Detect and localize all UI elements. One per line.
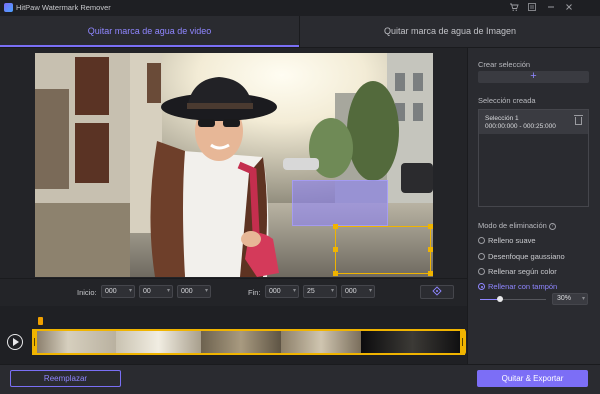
settings-panel: Crear selección + Selección creada Selec…: [467, 48, 600, 364]
chevron-down-icon: ▾: [204, 288, 208, 294]
time-range-controls: Inicio: 000 ▾ 00 ▾ 000 ▾ Fin: 000 ▾ 25 ▾ 000 ▾: [0, 278, 467, 306]
resize-handle-bottom-left[interactable]: [333, 271, 338, 276]
start-label: Inicio:: [77, 288, 97, 297]
add-selection-button[interactable]: +: [478, 71, 589, 83]
app-logo-icon: [4, 3, 13, 12]
opacity-select[interactable]: 30% ▾: [552, 293, 588, 305]
video-preview-area: [0, 48, 467, 278]
resize-handle-right[interactable]: [428, 247, 433, 252]
resize-handle-top-left[interactable]: [333, 224, 338, 229]
resize-handle-bottom-right[interactable]: [428, 271, 433, 276]
start-time-seconds[interactable]: 00 ▾: [139, 285, 173, 298]
start-time-minutes[interactable]: 000 ▾: [101, 285, 135, 298]
end-milliseconds-value: 000: [345, 288, 357, 295]
selection-name: Selección 1: [485, 115, 519, 122]
minimize-icon[interactable]: [545, 2, 557, 14]
removal-mode-label: Modo de eliminación?: [478, 221, 556, 230]
thumbnail: [281, 331, 361, 353]
list-item[interactable]: Selección 1 000:00:000 - 000:25:000: [479, 110, 588, 134]
chevron-down-icon: ▾: [166, 288, 170, 294]
start-time-milliseconds[interactable]: 000 ▾: [177, 285, 211, 298]
mode-option-label: Relleno suave: [488, 236, 536, 245]
radio-icon: [478, 237, 485, 244]
mode-option-label: Desenfoque gaussiano: [488, 252, 565, 261]
end-time-milliseconds[interactable]: 000 ▾: [341, 285, 375, 298]
radio-icon: [478, 268, 485, 275]
timeline: [0, 306, 467, 364]
thumbnail-strip[interactable]: [34, 329, 466, 355]
end-time-seconds[interactable]: 25 ▾: [303, 285, 337, 298]
selection-resize-frame[interactable]: [333, 224, 433, 276]
resize-handle-top-right[interactable]: [428, 224, 433, 229]
replace-button[interactable]: Reemplazar: [10, 370, 121, 387]
end-label: Fin:: [248, 288, 261, 297]
end-time-minutes[interactable]: 000 ▾: [265, 285, 299, 298]
close-icon[interactable]: [563, 2, 575, 14]
opacity-value: 30%: [557, 295, 572, 302]
help-icon[interactable]: ?: [548, 222, 556, 230]
active-tab-indicator: [0, 45, 299, 47]
selection-list: Selección 1 000:00:000 - 000:25:000: [478, 109, 589, 207]
start-milliseconds-value: 000: [181, 288, 193, 295]
play-icon[interactable]: [7, 334, 23, 350]
tab-video[interactable]: Quitar marca de agua de video: [0, 16, 299, 48]
trash-icon[interactable]: [574, 115, 583, 125]
remove-export-button[interactable]: Quitar & Exportar: [477, 370, 588, 387]
app-title: HitPaw Watermark Remover: [16, 3, 111, 12]
menu-icon[interactable]: [526, 2, 538, 14]
selection-time-range: 000:00:000 - 000:25:000: [485, 123, 556, 130]
trim-handle-right[interactable]: [460, 329, 465, 355]
chevron-down-icon: ▾: [581, 296, 585, 302]
tab-image[interactable]: Quitar marca de agua de Imagen: [300, 16, 600, 48]
locate-icon: [432, 286, 442, 296]
chevron-down-icon: ▾: [292, 288, 296, 294]
thumbnail: [361, 331, 464, 353]
locate-selection-button[interactable]: [420, 285, 454, 299]
removal-mode-text: Modo de eliminación: [478, 221, 547, 230]
chevron-down-icon: ▾: [330, 288, 334, 294]
thumbnail: [36, 331, 116, 353]
end-seconds-value: 25: [307, 288, 315, 295]
mode-option-label: Rellenar con tampón: [488, 282, 558, 291]
title-bar: HitPaw Watermark Remover: [0, 0, 600, 16]
chevron-down-icon: ▾: [128, 288, 132, 294]
radio-icon: [478, 253, 485, 260]
playhead-marker[interactable]: [38, 317, 43, 325]
opacity-slider-knob[interactable]: [496, 296, 503, 302]
end-minutes-value: 000: [269, 288, 281, 295]
create-selection-label: Crear selección: [478, 60, 531, 69]
radio-selected-icon: [478, 283, 485, 290]
thumbnail: [201, 331, 281, 353]
cart-icon[interactable]: [508, 2, 520, 14]
mode-tabs: Quitar marca de agua de video Quitar mar…: [0, 16, 600, 48]
watermark-selection-box[interactable]: [292, 180, 388, 226]
bottom-action-bar: Reemplazar Quitar & Exportar: [0, 364, 600, 394]
start-seconds-value: 00: [143, 288, 151, 295]
mode-option-label: Rellenar según color: [488, 267, 557, 276]
created-selection-label: Selección creada: [478, 96, 536, 105]
opacity-slider[interactable]: [480, 296, 546, 302]
start-minutes-value: 000: [105, 288, 117, 295]
chevron-down-icon: ▾: [368, 288, 372, 294]
thumbnail: [116, 331, 201, 353]
resize-handle-left[interactable]: [333, 247, 338, 252]
trim-handle-left[interactable]: [32, 329, 37, 355]
plus-icon: +: [530, 70, 537, 82]
